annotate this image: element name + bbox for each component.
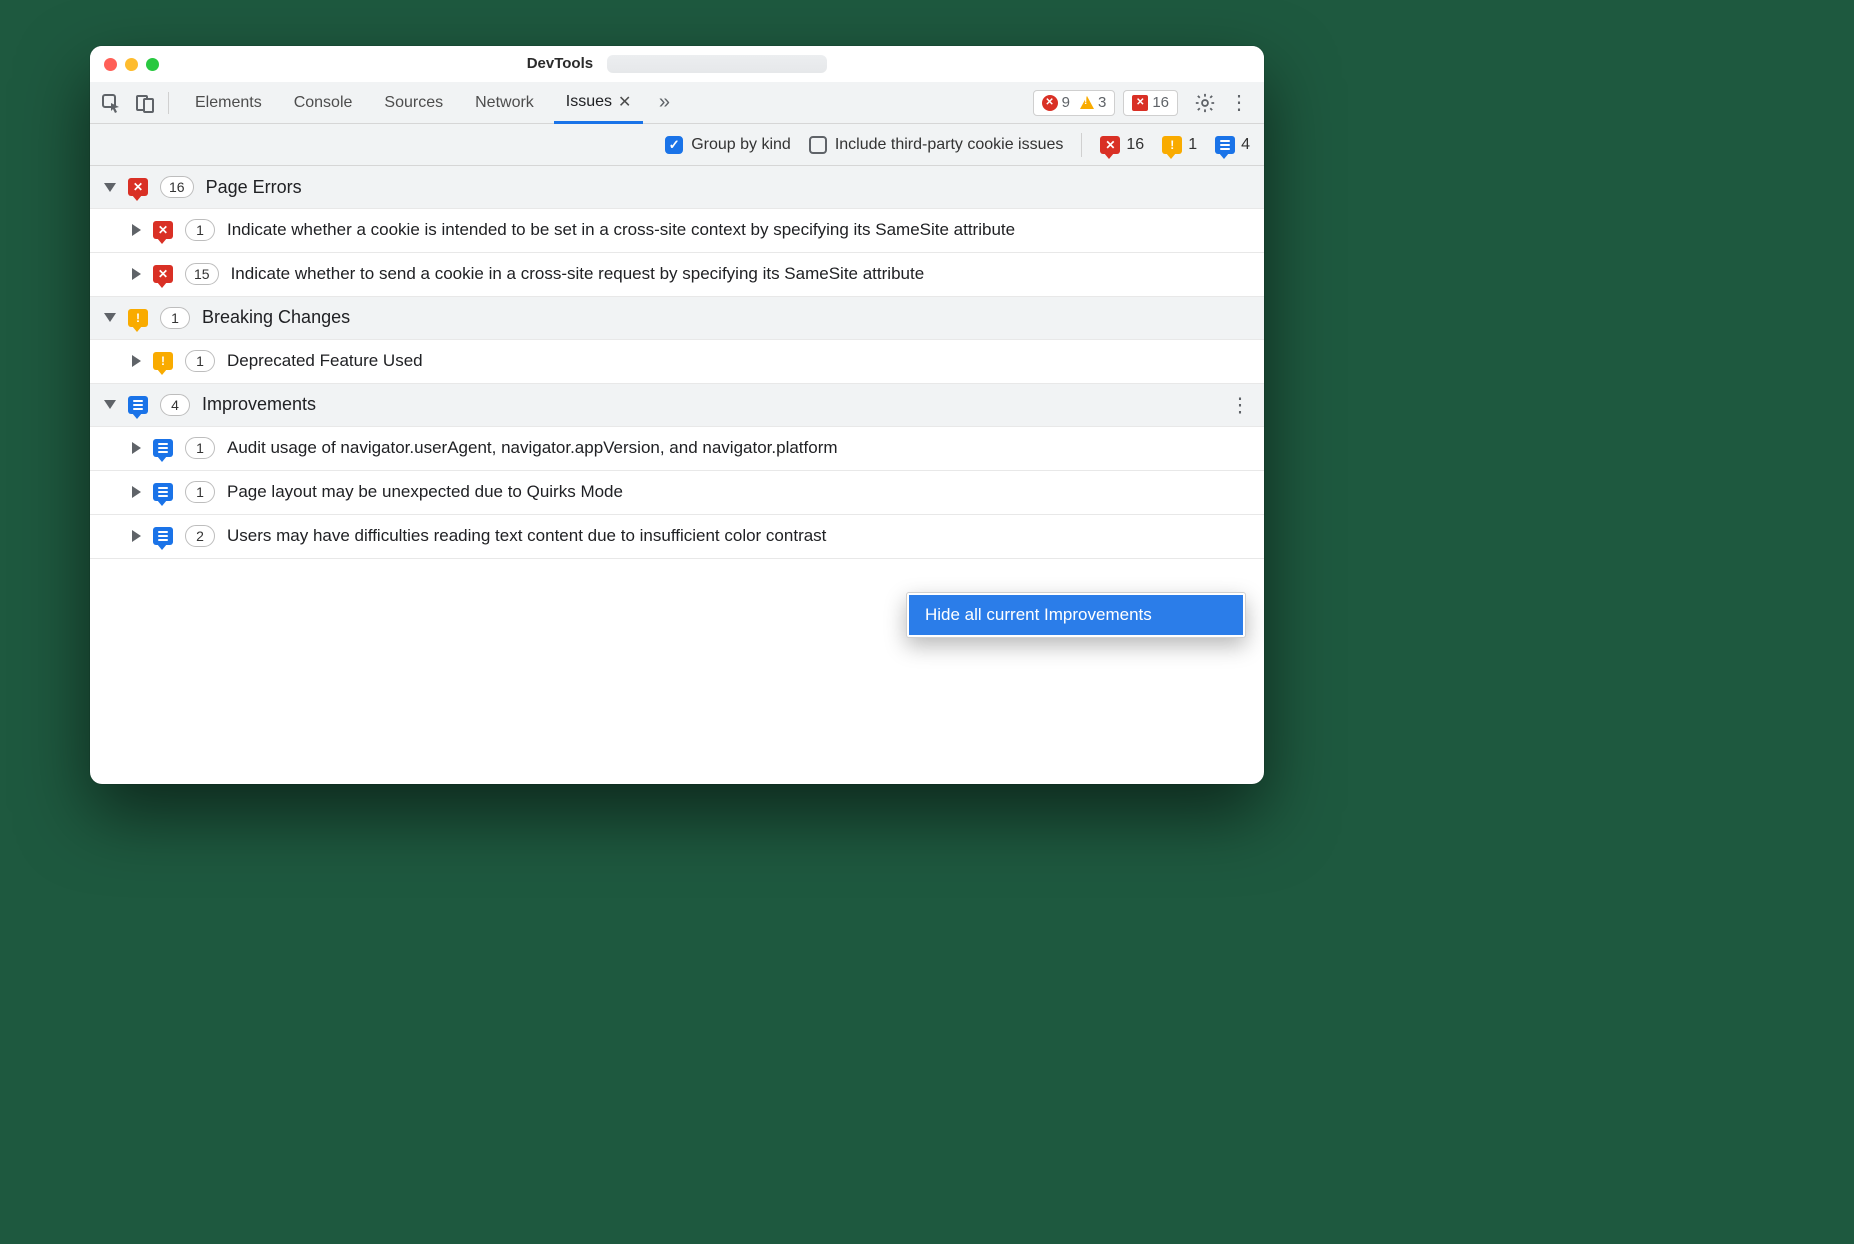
warning-speech-icon (128, 309, 148, 327)
tab-label: Console (294, 94, 353, 112)
group-count-badge: 16 (160, 176, 194, 198)
expand-triangle-icon (104, 313, 116, 322)
expand-triangle-icon (104, 400, 116, 409)
titlebar: DevTools (90, 46, 1264, 82)
warning-count: 3 (1098, 94, 1106, 111)
issues-count: 16 (1152, 94, 1169, 111)
close-tab-icon[interactable]: ✕ (618, 92, 631, 112)
issues-toolbar: Group by kind Include third-party cookie… (90, 124, 1264, 166)
group-header-page-errors[interactable]: 16 Page Errors (90, 166, 1264, 209)
issue-count-badge: 1 (185, 437, 215, 459)
menu-item-hide-improvements[interactable]: Hide all current Improvements (909, 595, 1243, 635)
info-speech-icon (153, 483, 173, 501)
issues-info-counter[interactable]: 4 (1215, 136, 1250, 154)
checkbox-icon (665, 136, 683, 154)
checkbox-label: Include third-party cookie issues (835, 136, 1064, 154)
issue-message: Deprecated Feature Used (227, 350, 1250, 373)
counter-value: 16 (1126, 136, 1144, 154)
devtools-window: DevTools Elements Console Sources Networ… (90, 46, 1264, 784)
issues-counter[interactable]: ✕ 16 (1123, 90, 1178, 116)
checkbox-icon (809, 136, 827, 154)
info-speech-icon (153, 527, 173, 545)
info-speech-icon (1215, 136, 1235, 154)
issue-count-badge: 2 (185, 525, 215, 547)
issue-message: Indicate whether to send a cookie in a c… (231, 263, 1250, 286)
group-title: Page Errors (206, 177, 302, 198)
issue-message: Audit usage of navigator.userAgent, navi… (227, 437, 1250, 460)
issue-row[interactable]: 1 Audit usage of navigator.userAgent, na… (90, 427, 1264, 471)
error-speech-icon (1100, 136, 1120, 154)
issue-message: Page layout may be unexpected due to Qui… (227, 481, 1250, 504)
tab-label: Sources (384, 94, 443, 112)
window-title-text: DevTools (527, 55, 593, 72)
issue-message: Users may have difficulties reading text… (227, 525, 1250, 548)
issues-warning-counter[interactable]: 1 (1162, 136, 1197, 154)
issue-message: Indicate whether a cookie is intended to… (227, 219, 1250, 242)
menu-item-label: Hide all current Improvements (925, 605, 1152, 624)
info-speech-icon (128, 396, 148, 414)
console-counter-errors-warnings[interactable]: ✕ 9 3 (1033, 90, 1116, 116)
issue-row[interactable]: 2 Users may have difficulties reading te… (90, 515, 1264, 559)
collapse-triangle-icon (132, 442, 141, 454)
issue-count-badge: 1 (185, 350, 215, 372)
group-count-badge: 1 (160, 307, 190, 329)
tab-network[interactable]: Network (463, 82, 546, 123)
toolbar-divider (1081, 133, 1082, 157)
issue-row[interactable]: 1 Indicate whether a cookie is intended … (90, 209, 1264, 253)
collapse-triangle-icon (132, 268, 141, 280)
inspect-element-icon[interactable] (98, 90, 124, 116)
group-title: Breaking Changes (202, 307, 350, 328)
issue-count-badge: 1 (185, 219, 215, 241)
warning-speech-icon (153, 352, 173, 370)
window-title: DevTools (90, 55, 1264, 73)
issue-row[interactable]: 1 Page layout may be unexpected due to Q… (90, 471, 1264, 515)
warning-speech-icon (1162, 136, 1182, 154)
issues-list: 16 Page Errors 1 Indicate whether a cook… (90, 166, 1264, 559)
warning-triangle-icon (1080, 96, 1094, 109)
issue-count-badge: 1 (185, 481, 215, 503)
error-square-icon: ✕ (1132, 95, 1148, 111)
counter-value: 1 (1188, 136, 1197, 154)
issue-row[interactable]: 15 Indicate whether to send a cookie in … (90, 253, 1264, 297)
tab-issues[interactable]: Issues ✕ (554, 83, 644, 124)
collapse-triangle-icon (132, 355, 141, 367)
counter-value: 4 (1241, 136, 1250, 154)
tab-label: Network (475, 94, 534, 112)
tab-sources[interactable]: Sources (372, 82, 455, 123)
collapse-triangle-icon (132, 224, 141, 236)
error-circle-icon: ✕ (1042, 95, 1058, 111)
info-speech-icon (153, 439, 173, 457)
collapse-triangle-icon (132, 486, 141, 498)
tab-console[interactable]: Console (282, 82, 365, 123)
devtools-tabbar: Elements Console Sources Network Issues … (90, 82, 1264, 124)
expand-triangle-icon (104, 183, 116, 192)
tab-label: Elements (195, 94, 262, 112)
kebab-menu-icon[interactable]: ⋮ (1226, 90, 1252, 116)
group-kebab-icon[interactable]: ⋮ (1230, 392, 1250, 417)
context-menu: Hide all current Improvements (906, 592, 1246, 638)
issues-error-counter[interactable]: 16 (1100, 136, 1144, 154)
window-title-obscured (607, 55, 827, 73)
group-by-kind-checkbox[interactable]: Group by kind (665, 136, 791, 154)
tab-elements[interactable]: Elements (183, 82, 274, 123)
group-title: Improvements (202, 394, 316, 415)
error-speech-icon (128, 178, 148, 196)
error-speech-icon (153, 221, 173, 239)
include-third-party-checkbox[interactable]: Include third-party cookie issues (809, 136, 1064, 154)
toggle-device-toolbar-icon[interactable] (132, 90, 158, 116)
tabbar-divider (168, 92, 169, 114)
checkbox-label: Group by kind (691, 136, 791, 154)
group-header-improvements[interactable]: 4 Improvements ⋮ (90, 384, 1264, 427)
error-speech-icon (153, 265, 173, 283)
tab-label: Issues (566, 93, 612, 111)
more-tabs-icon[interactable]: » (651, 90, 677, 116)
group-count-badge: 4 (160, 394, 190, 416)
issue-count-badge: 15 (185, 263, 219, 285)
group-header-breaking-changes[interactable]: 1 Breaking Changes (90, 297, 1264, 340)
issue-row[interactable]: 1 Deprecated Feature Used (90, 340, 1264, 384)
error-count: 9 (1062, 94, 1070, 111)
collapse-triangle-icon (132, 530, 141, 542)
settings-gear-icon[interactable] (1192, 90, 1218, 116)
